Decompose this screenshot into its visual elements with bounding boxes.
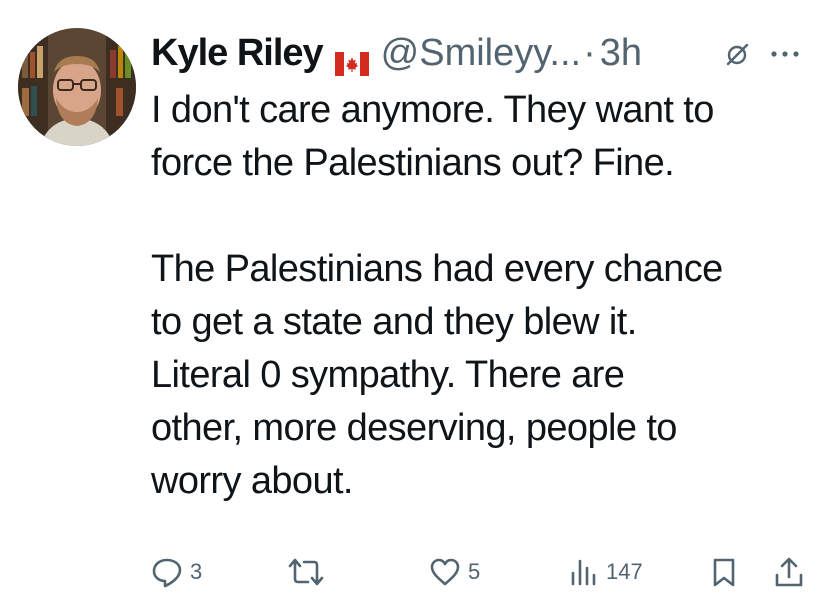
more-options-icon[interactable] [768, 43, 802, 65]
bookmark-button[interactable] [708, 552, 740, 592]
tweet-paragraph: I don't care anymore. They want to force… [151, 89, 714, 184]
like-button[interactable]: 5 [428, 552, 480, 592]
canada-flag-icon [334, 41, 369, 77]
tweet-actions: 3 5 147 [0, 552, 824, 592]
like-count: 5 [468, 559, 481, 584]
share-button[interactable] [772, 552, 806, 592]
reply-button[interactable]: 3 [150, 552, 202, 592]
reply-icon [152, 558, 182, 588]
views-count: 147 [606, 559, 643, 584]
bookmark-icon [713, 558, 735, 587]
tweet-paragraph: The Palestinians had every chance to get… [151, 248, 723, 502]
retweet-button[interactable] [286, 552, 332, 592]
views-chart-icon [571, 559, 596, 586]
views-button[interactable]: 147 [566, 552, 643, 592]
tweet[interactable]: Kyle Riley @Smileyy... · 3h I don't care… [0, 0, 824, 612]
heart-icon [430, 558, 460, 586]
grok-icon[interactable] [724, 42, 750, 68]
separator-dot: · [583, 32, 596, 74]
author-name[interactable]: Kyle Riley [151, 30, 324, 76]
avatar[interactable] [18, 28, 136, 146]
retweet-icon [288, 558, 324, 586]
author-handle[interactable]: @Smileyy... [381, 30, 581, 76]
tweet-header: Kyle Riley @Smileyy... · 3h [151, 30, 642, 77]
tweet-timestamp[interactable]: 3h [600, 30, 642, 76]
share-icon [775, 557, 803, 587]
tweet-text: I don't care anymore. They want to force… [151, 84, 815, 508]
reply-count: 3 [190, 559, 203, 584]
